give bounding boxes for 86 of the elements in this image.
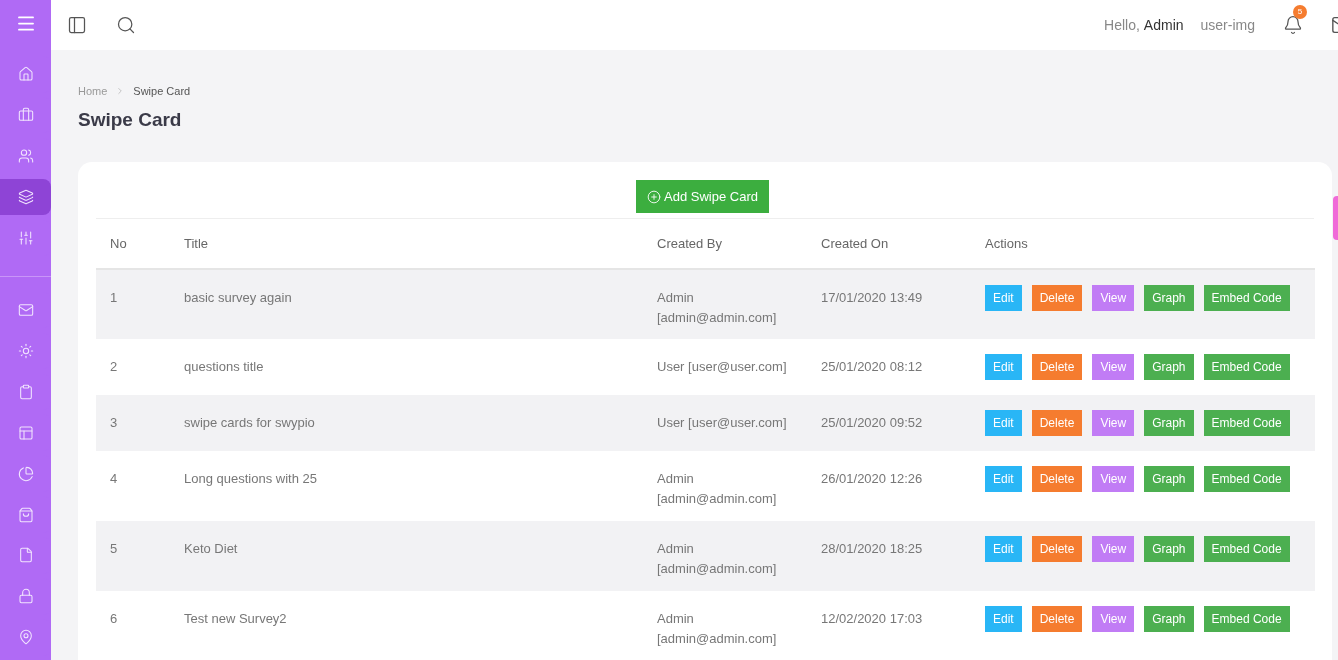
search-icon[interactable] <box>116 15 136 35</box>
notification-badge: 5 <box>1293 5 1307 19</box>
column-header: No <box>110 235 127 251</box>
embed-button[interactable]: Embed Code <box>1203 466 1290 492</box>
table-cell: 3 <box>110 415 118 430</box>
table-cell: Test new Survey2 <box>184 611 287 626</box>
embed-button[interactable]: Embed Code <box>1203 285 1290 311</box>
layout-icon <box>17 424 34 441</box>
delete-button[interactable]: Delete <box>1031 606 1083 632</box>
table-cell: swipe cards for swypio <box>184 415 315 430</box>
graph-button[interactable]: Graph <box>1144 606 1194 632</box>
greeting-text: Hello, <box>1104 15 1140 35</box>
table-cell-text: Admin [admin@admin.com] <box>657 540 778 578</box>
mail-icon <box>17 301 34 318</box>
table-cell: 5 <box>110 541 118 556</box>
briefcase-icon <box>17 107 34 124</box>
table-cell-text: Admin [admin@admin.com] <box>657 289 778 327</box>
column-header: Title <box>184 235 209 251</box>
table-cell: 4 <box>110 471 118 486</box>
plus-circle-icon <box>647 189 661 204</box>
sidebar-toggle-icon[interactable] <box>67 15 87 35</box>
edit-button[interactable]: Edit <box>985 410 1022 436</box>
column-header: Created On <box>821 235 889 251</box>
embed-button[interactable]: Embed Code <box>1203 410 1290 436</box>
table-cell: Long questions with 25 <box>184 471 317 486</box>
table-cell: Keto Diet <box>184 541 238 556</box>
table-cell-text: Admin [admin@admin.com] <box>657 470 778 508</box>
delete-button[interactable]: Delete <box>1031 285 1083 311</box>
user-name: Admin <box>1143 15 1184 35</box>
page-title: Swipe Card <box>78 107 183 132</box>
breadcrumb-current: Swipe Card <box>133 84 191 99</box>
table-cell: 17/01/2020 13:49 <box>821 290 923 305</box>
view-button[interactable]: View <box>1092 466 1135 492</box>
view-button[interactable]: View <box>1092 536 1135 562</box>
home-icon <box>17 66 34 83</box>
table-cell: 25/01/2020 09:52 <box>821 415 923 430</box>
table-cell: 28/01/2020 18:25 <box>821 541 923 556</box>
table-cell: 6 <box>110 611 118 626</box>
table-cell: basic survey again <box>184 290 292 305</box>
delete-button[interactable]: Delete <box>1031 466 1083 492</box>
map-pin-icon <box>17 629 34 646</box>
delete-button[interactable]: Delete <box>1031 354 1083 380</box>
user-image[interactable]: user-img <box>1200 14 1255 36</box>
layers-icon <box>17 189 34 206</box>
sidebar-item[interactable] <box>0 178 51 216</box>
bell-icon[interactable] <box>1283 15 1303 35</box>
view-button[interactable]: View <box>1092 285 1135 311</box>
graph-button[interactable]: Graph <box>1144 466 1194 492</box>
table-cell: 26/01/2020 12:26 <box>821 471 923 486</box>
lock-icon <box>17 588 34 605</box>
view-button[interactable]: View <box>1092 354 1135 380</box>
table-cell-text: Admin [admin@admin.com] <box>657 610 778 648</box>
graph-button[interactable]: Graph <box>1144 285 1194 311</box>
graph-button[interactable]: Graph <box>1144 536 1194 562</box>
table-cell: 2 <box>110 359 118 374</box>
sun-icon <box>17 342 34 359</box>
table-cell: 1 <box>110 290 118 305</box>
view-button[interactable]: View <box>1092 606 1135 632</box>
edit-button[interactable]: Edit <box>985 466 1022 492</box>
table-cell: 12/02/2020 17:03 <box>821 611 923 626</box>
table-cell-text: User [user@user.com] <box>657 414 788 432</box>
embed-button[interactable]: Embed Code <box>1203 606 1290 632</box>
edit-button[interactable]: Edit <box>985 285 1022 311</box>
column-header: Created By <box>657 235 723 251</box>
edit-button[interactable]: Edit <box>985 354 1022 380</box>
file-icon <box>17 547 34 564</box>
breadcrumb-link[interactable]: Home <box>78 83 108 100</box>
graph-button[interactable]: Graph <box>1144 354 1194 380</box>
view-button[interactable]: View <box>1092 410 1135 436</box>
clipboard-icon <box>17 383 34 400</box>
table-cell-text: User [user@user.com] <box>657 358 788 376</box>
column-header: Actions <box>985 235 1028 251</box>
add-swipe-card-button[interactable]: Add Swipe Card <box>636 180 769 213</box>
delete-button[interactable]: Delete <box>1031 536 1083 562</box>
shopping-bag-icon <box>17 506 34 523</box>
users-icon <box>17 148 34 165</box>
graph-button[interactable]: Graph <box>1144 410 1194 436</box>
table-cell: questions title <box>184 359 264 374</box>
embed-button[interactable]: Embed Code <box>1203 354 1290 380</box>
table-cell: 25/01/2020 08:12 <box>821 359 923 374</box>
edit-button[interactable]: Edit <box>985 606 1022 632</box>
edit-button[interactable]: Edit <box>985 536 1022 562</box>
embed-button[interactable]: Embed Code <box>1203 536 1290 562</box>
sliders-icon <box>17 230 34 246</box>
pie-chart-icon <box>17 465 34 482</box>
delete-button[interactable]: Delete <box>1031 410 1083 436</box>
